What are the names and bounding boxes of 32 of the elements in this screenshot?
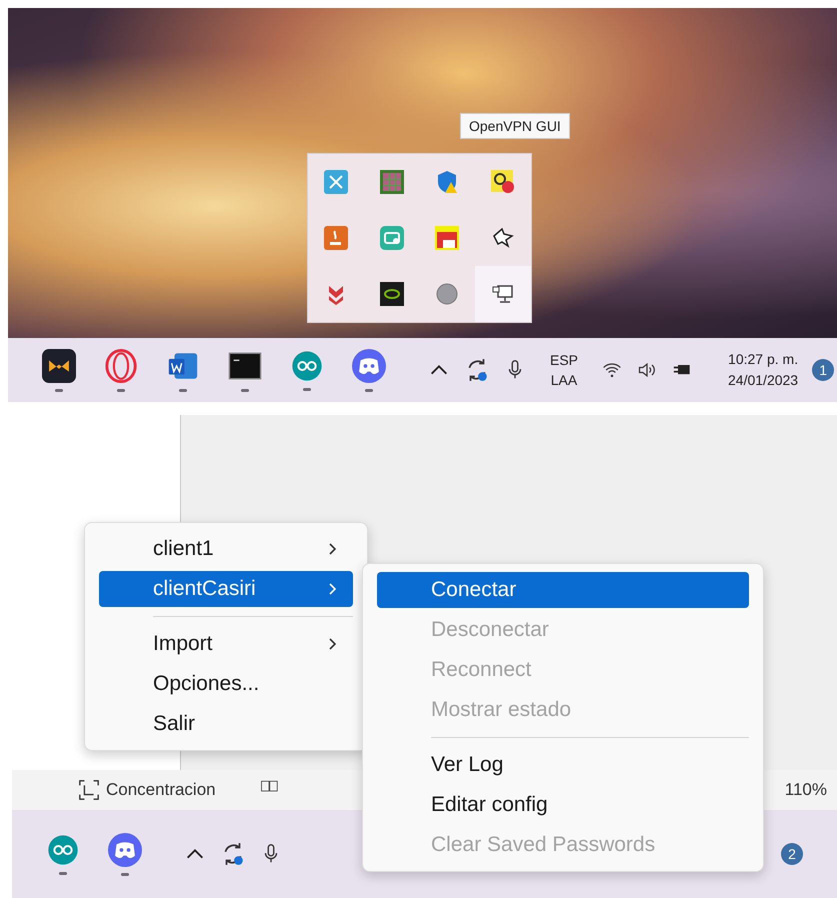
- menu-item[interactable]: client1: [99, 531, 353, 567]
- infinity-logo-icon[interactable]: [291, 350, 323, 382]
- chevron-right-icon: [327, 582, 339, 596]
- remote-screen-icon: [380, 226, 404, 250]
- gamepad-face-icon[interactable]: [352, 348, 386, 382]
- gamepad-face-icon[interactable]: [108, 832, 142, 866]
- color-grid-icon: [380, 170, 404, 194]
- circle-icon: [435, 282, 460, 306]
- language-text[interactable]: LAA: [550, 370, 578, 390]
- menu-item[interactable]: Editar config: [377, 787, 749, 823]
- menu-item[interactable]: Ver Log: [377, 747, 749, 783]
- zoom-level-text[interactable]: 110%: [784, 780, 827, 800]
- chevron-right-icon: [327, 637, 339, 651]
- shield-warning-icon: [435, 170, 460, 194]
- menu-item[interactable]: Salir: [99, 706, 353, 742]
- ring-logo-icon[interactable]: [104, 348, 138, 382]
- menu-item[interactable]: Opciones...: [99, 666, 353, 702]
- chart-window-icon: [435, 226, 460, 250]
- clock-time[interactable]: 10:27 p. m.: [728, 349, 798, 370]
- app-icon[interactable]: [42, 348, 76, 382]
- notification-badge[interactable]: 1: [812, 359, 834, 381]
- language-text[interactable]: ESP: [550, 350, 578, 370]
- menu-item[interactable]: Import: [99, 626, 353, 662]
- infinity-logo-icon[interactable]: [47, 834, 79, 866]
- focus-mode-text[interactable]: Concentracion: [106, 780, 216, 800]
- menu-item[interactable]: Conectar: [377, 572, 749, 608]
- chevron-right-icon: [327, 542, 339, 556]
- clock-date[interactable]: 24/01/2023: [728, 370, 798, 391]
- menu-item[interactable]: clientCasiri: [99, 571, 353, 607]
- tooltip: OpenVPN GUI: [460, 113, 570, 139]
- focus-frame-icon[interactable]: [78, 779, 100, 801]
- notification-badge[interactable]: 2: [781, 843, 803, 865]
